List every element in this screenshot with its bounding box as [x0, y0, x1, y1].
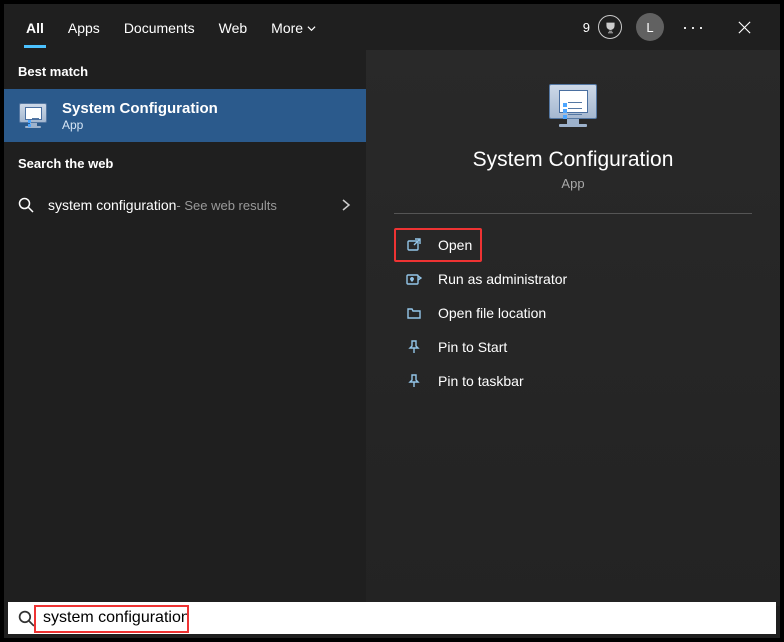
action-open[interactable]: Open — [394, 228, 482, 262]
web-result-term: system configuration — [48, 197, 176, 213]
pin-icon — [404, 337, 424, 357]
system-configuration-icon — [16, 99, 50, 133]
chevron-right-icon — [340, 199, 352, 211]
best-match-title: System Configuration — [62, 100, 218, 117]
user-avatar[interactable]: L — [636, 13, 664, 41]
divider — [394, 213, 752, 214]
best-match-subtitle: App — [62, 118, 218, 132]
action-label: Open — [438, 237, 472, 253]
best-match-heading: Best match — [4, 50, 366, 89]
close-button[interactable] — [724, 20, 764, 35]
search-icon — [18, 197, 34, 213]
tab-more[interactable]: More — [259, 8, 328, 46]
shield-admin-icon — [404, 269, 424, 289]
rewards-icon[interactable] — [598, 15, 622, 39]
search-web-heading: Search the web — [4, 142, 366, 181]
action-run-as-administrator[interactable]: Run as administrator — [394, 262, 752, 296]
web-result-row[interactable]: system configuration - See web results — [4, 181, 366, 229]
more-options-button[interactable]: ··· — [678, 17, 710, 38]
best-match-result[interactable]: System Configuration App — [4, 89, 366, 142]
folder-icon — [404, 303, 424, 323]
chevron-down-icon — [307, 20, 316, 36]
tab-documents[interactable]: Documents — [112, 8, 207, 46]
results-column: Best match System — [4, 50, 366, 606]
tab-web[interactable]: Web — [207, 8, 260, 46]
tab-all[interactable]: All — [14, 8, 56, 46]
action-pin-to-taskbar[interactable]: Pin to taskbar — [394, 364, 752, 398]
search-bar[interactable] — [8, 602, 776, 634]
action-label: Run as administrator — [438, 271, 567, 287]
pin-icon — [404, 371, 424, 391]
action-pin-to-start[interactable]: Pin to Start — [394, 330, 752, 364]
preview-title: System Configuration — [394, 148, 752, 172]
filter-tabs: All Apps Documents Web More — [14, 8, 328, 46]
preview-app-icon — [544, 76, 602, 134]
open-icon — [404, 235, 424, 255]
search-icon — [18, 610, 35, 627]
web-result-suffix: - See web results — [176, 198, 276, 213]
search-input[interactable] — [43, 609, 770, 627]
top-bar: All Apps Documents Web More 9 L ··· — [4, 4, 780, 50]
action-open-file-location[interactable]: Open file location — [394, 296, 752, 330]
preview-subtitle: App — [394, 176, 752, 191]
action-label: Open file location — [438, 305, 546, 321]
action-label: Pin to taskbar — [438, 373, 524, 389]
tab-apps[interactable]: Apps — [56, 8, 112, 46]
preview-pane: System Configuration App Open Run as adm… — [366, 50, 780, 606]
rewards-points: 9 — [583, 20, 590, 35]
action-label: Pin to Start — [438, 339, 507, 355]
